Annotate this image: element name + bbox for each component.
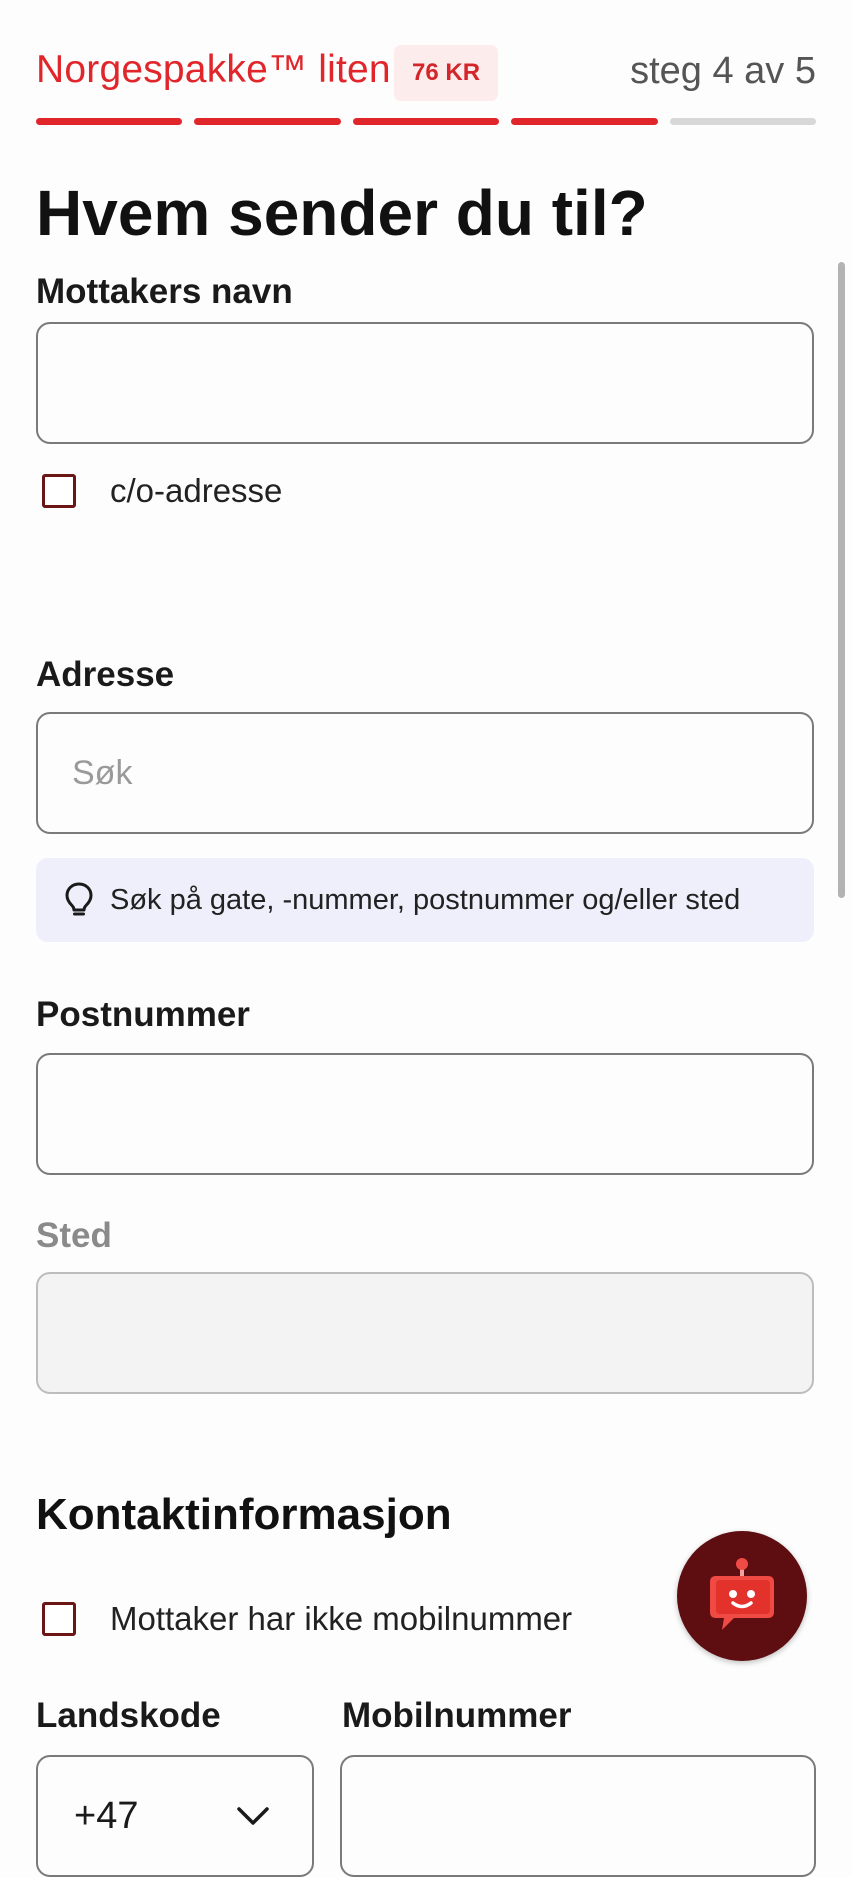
country-code-select[interactable]: +47: [36, 1755, 314, 1877]
no-mobile-checkbox[interactable]: [42, 1602, 76, 1636]
co-address-option[interactable]: c/o-adresse: [42, 472, 282, 510]
address-hint: Søk på gate, -nummer, postnummer og/elle…: [36, 858, 814, 942]
country-code-value: +47: [74, 1794, 139, 1837]
co-address-checkbox[interactable]: [42, 474, 76, 508]
chevron-down-icon: [236, 1806, 270, 1826]
chatbot-icon: [704, 1554, 780, 1638]
recipient-name-label: Mottakers navn: [36, 272, 293, 311]
no-mobile-option[interactable]: Mottaker har ikke mobilnummer: [42, 1600, 572, 1638]
step-indicator: steg 4 av 5: [630, 50, 816, 92]
lightbulb-icon: [64, 881, 94, 919]
postcode-label: Postnummer: [36, 995, 250, 1034]
place-label: Sted: [36, 1216, 112, 1255]
scrollbar[interactable]: [838, 262, 845, 898]
contact-section-title: Kontaktinformasjon: [36, 1490, 452, 1539]
postcode-input[interactable]: [36, 1053, 814, 1175]
product-name: Norgespakke™ liten: [36, 48, 391, 91]
chat-button[interactable]: [677, 1531, 807, 1661]
address-label: Adresse: [36, 655, 175, 694]
progress-segment: [352, 118, 500, 125]
address-search-input[interactable]: [36, 712, 814, 834]
no-mobile-label: Mottaker har ikke mobilnummer: [110, 1600, 573, 1637]
progress-segment: [36, 118, 183, 125]
progress-segment: [511, 118, 658, 125]
place-input: [36, 1272, 814, 1394]
mobile-number-label: Mobilnummer: [342, 1696, 572, 1735]
address-hint-text: Søk på gate, -nummer, postnummer og/elle…: [110, 883, 741, 916]
progress-segment: [669, 118, 817, 125]
price-badge: 76 KR: [394, 45, 499, 101]
mobile-number-input[interactable]: [340, 1755, 816, 1877]
progress-bar: [36, 118, 817, 126]
progress-segment: [194, 118, 341, 125]
recipient-name-input[interactable]: [36, 322, 814, 444]
country-code-label: Landskode: [36, 1696, 221, 1735]
co-address-label: c/o-adresse: [110, 472, 283, 509]
page-title: Hvem sender du til?: [36, 177, 648, 249]
